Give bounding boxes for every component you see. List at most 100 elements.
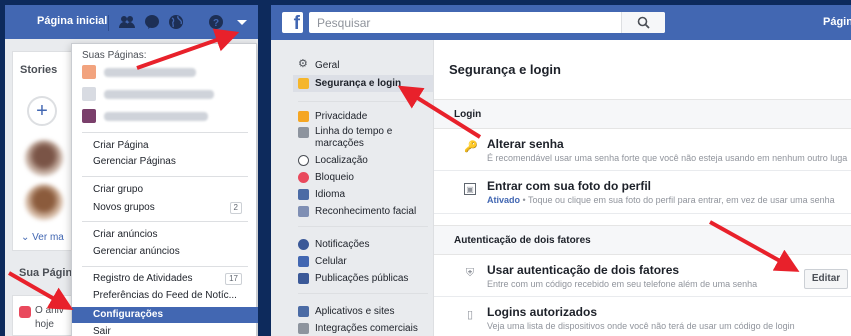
change-password-row[interactable]: 🔑 Alterar senha É recomendável usar uma …: [434, 129, 851, 171]
section-header-login: Login: [434, 99, 851, 129]
menu-item-settings[interactable]: Configurações: [72, 307, 258, 323]
row-title: Logins autorizados: [487, 305, 598, 319]
menu-item-create-group[interactable]: Criar grupo: [72, 182, 258, 198]
page-entry[interactable]: [82, 64, 232, 80]
top-navigation-bar: f Págin: [271, 5, 851, 40]
row-description: Ativado • Toque ou clique em sua foto do…: [487, 195, 835, 205]
menu-item-manage-pages[interactable]: Gerenciar Páginas: [72, 154, 258, 170]
edit-button[interactable]: Editar: [804, 269, 848, 289]
menu-divider: [82, 221, 248, 222]
search-input[interactable]: [317, 12, 617, 33]
two-factor-row[interactable]: ⛨ Usar autenticação de dois fatores Entr…: [434, 255, 851, 297]
profile-photo-login-row[interactable]: ▣ Entrar com sua foto do perfil Ativado …: [434, 171, 851, 214]
sidebar-item-mobile[interactable]: Celular: [293, 253, 433, 270]
story-avatar[interactable]: [25, 184, 63, 220]
sidebar-item-security-login[interactable]: Segurança e login: [293, 75, 433, 92]
apps-icon: [298, 306, 309, 317]
friend-requests-icon[interactable]: [119, 14, 135, 30]
sidebar-item-blocking[interactable]: Bloqueio: [293, 169, 433, 186]
sidebar-item-public-posts[interactable]: Publicações públicas: [293, 270, 433, 287]
section-header-two-factor: Autenticação de dois fatores: [434, 225, 851, 255]
status-badge: Ativado: [487, 195, 521, 205]
add-story-button[interactable]: +: [27, 96, 57, 126]
menu-item-create-ads[interactable]: Criar anúncios: [72, 227, 258, 243]
sidebar-item-general[interactable]: ⚙ Geral: [293, 57, 433, 74]
menu-item-news-feed-preferences[interactable]: Preferências do Feed de Notíc...: [72, 288, 258, 304]
lock-icon: [298, 111, 309, 122]
page-entry[interactable]: [82, 86, 232, 102]
face-icon: [298, 206, 309, 217]
home-link[interactable]: Página inicial: [37, 15, 107, 27]
key-icon: 🔑: [464, 141, 478, 153]
profile-picture-icon: ▣: [464, 183, 476, 195]
chevron-down-icon: ⌄: [21, 232, 33, 243]
story-avatar[interactable]: [25, 140, 63, 176]
sidebar-divider: [298, 101, 428, 102]
topbar-divider: [108, 15, 109, 31]
top-navigation-bar: Página inicial ?: [5, 5, 258, 39]
mobile-icon: [298, 256, 309, 267]
authorized-logins-row[interactable]: ▯ Logins autorizados Veja uma lista de d…: [434, 297, 851, 336]
account-menu-chevron-icon[interactable]: [234, 14, 250, 30]
stories-card: Stories + ⌄ Ver ma: [12, 51, 74, 251]
sidebar-item-language[interactable]: Idioma: [293, 186, 433, 203]
home-link[interactable]: Págin: [823, 16, 851, 28]
globe-icon: [298, 239, 309, 250]
sidebar-divider: [298, 293, 428, 294]
rss-icon: [298, 273, 309, 284]
facebook-logo[interactable]: f: [282, 12, 303, 34]
shield-icon: [298, 78, 309, 89]
messenger-icon[interactable]: [144, 14, 160, 30]
gear-icon: ⚙: [298, 58, 308, 70]
count-badge: 2: [229, 202, 242, 214]
row-description: Entre com um código recebido em seu tele…: [487, 279, 758, 289]
menu-item-activity-log[interactable]: Registro de Atividades 17: [72, 271, 258, 287]
notifications-globe-icon[interactable]: [168, 14, 184, 30]
search-icon: [637, 16, 650, 29]
settings-content: Segurança e login Login 🔑 Alterar senha …: [433, 40, 851, 336]
menu-item-create-page[interactable]: Criar Página: [72, 138, 258, 154]
sidebar-item-location[interactable]: Localização: [293, 152, 433, 169]
sidebar-item-privacy[interactable]: Privacidade: [293, 108, 433, 125]
menu-divider: [82, 176, 248, 177]
row-title: Usar autenticação de dois fatores: [487, 263, 680, 277]
page-entry[interactable]: [82, 108, 232, 124]
account-dropdown-menu: Suas Páginas: Criar Página Gerenciar Pág…: [71, 43, 258, 336]
sidebar-item-apps-websites[interactable]: Aplicativos e sites: [293, 303, 433, 320]
row-description: É recomendável usar uma senha forte que …: [487, 153, 848, 163]
left-screenshot-panel: Página inicial ? Stories + ⌄ Ver ma Sua …: [5, 5, 258, 336]
sidebar-item-face-recognition[interactable]: Reconhecimento facial: [293, 203, 433, 220]
your-pages-card: O aniv hoje: [12, 295, 74, 336]
page-title: Segurança e login: [449, 62, 561, 77]
sidebar-divider: [298, 226, 428, 227]
menu-item-new-groups[interactable]: Novos grupos 2: [72, 200, 258, 216]
search-box: [309, 12, 665, 33]
help-icon[interactable]: ?: [208, 14, 224, 30]
your-pages-title: Sua Págin: [19, 267, 73, 279]
sidebar-item-notifications[interactable]: Notificações: [293, 236, 433, 253]
see-more-link[interactable]: ⌄ Ver ma: [21, 232, 64, 243]
page-avatar: [82, 65, 96, 79]
menu-item-manage-ads[interactable]: Gerenciar anúncios: [72, 244, 258, 260]
count-badge: 17: [225, 273, 242, 285]
row-title: Entrar com sua foto do perfil: [487, 179, 652, 193]
menu-divider: [82, 132, 248, 133]
menu-divider: [82, 266, 248, 267]
timeline-icon: [298, 127, 309, 138]
page-avatar: [82, 109, 96, 123]
search-button[interactable]: [621, 12, 665, 33]
right-screenshot-panel: f Págin ⚙ Geral Segurança e login Privac…: [271, 5, 851, 336]
business-icon: [298, 323, 309, 334]
language-icon: [298, 189, 309, 200]
sidebar-item-timeline-tagging[interactable]: Linha do tempo e marcações: [293, 124, 433, 152]
sidebar-item-business-integrations[interactable]: Integrações comerciais: [293, 320, 433, 336]
menu-item-logout[interactable]: Sair: [72, 324, 258, 336]
location-icon: [298, 155, 309, 166]
stories-title: Stories: [20, 64, 58, 76]
birthday-text: O aniv hoje: [35, 305, 64, 330]
block-icon: [298, 172, 309, 183]
svg-text:?: ?: [213, 18, 219, 29]
birthday-icon: [19, 306, 31, 318]
settings-sidebar: ⚙ Geral Segurança e login Privacidade Li…: [293, 40, 433, 336]
row-title: Alterar senha: [487, 137, 564, 151]
